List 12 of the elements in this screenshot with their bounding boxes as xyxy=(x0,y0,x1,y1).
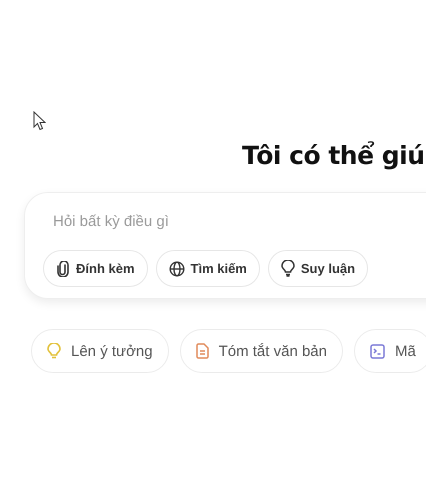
cursor-icon xyxy=(33,111,46,131)
prompt-input[interactable]: Hỏi bất kỳ điều gì xyxy=(43,207,363,236)
tool-button[interactable]: Tìm kiếm xyxy=(156,250,260,287)
tool-button[interactable]: Đính kèm xyxy=(43,250,148,287)
suggestion-chip[interactable]: Lên ý tưởng xyxy=(31,329,169,373)
tool-button[interactable]: Suy luận xyxy=(268,250,368,287)
greeting-heading: Tôi có thể giú xyxy=(242,140,425,172)
paperclip-icon xyxy=(56,260,70,276)
lightbulb-icon xyxy=(280,260,295,277)
suggestion-chip[interactable]: Mã xyxy=(354,329,426,373)
globe-icon xyxy=(168,260,185,276)
suggestion-chip[interactable]: Tóm tắt văn bản xyxy=(180,329,343,373)
